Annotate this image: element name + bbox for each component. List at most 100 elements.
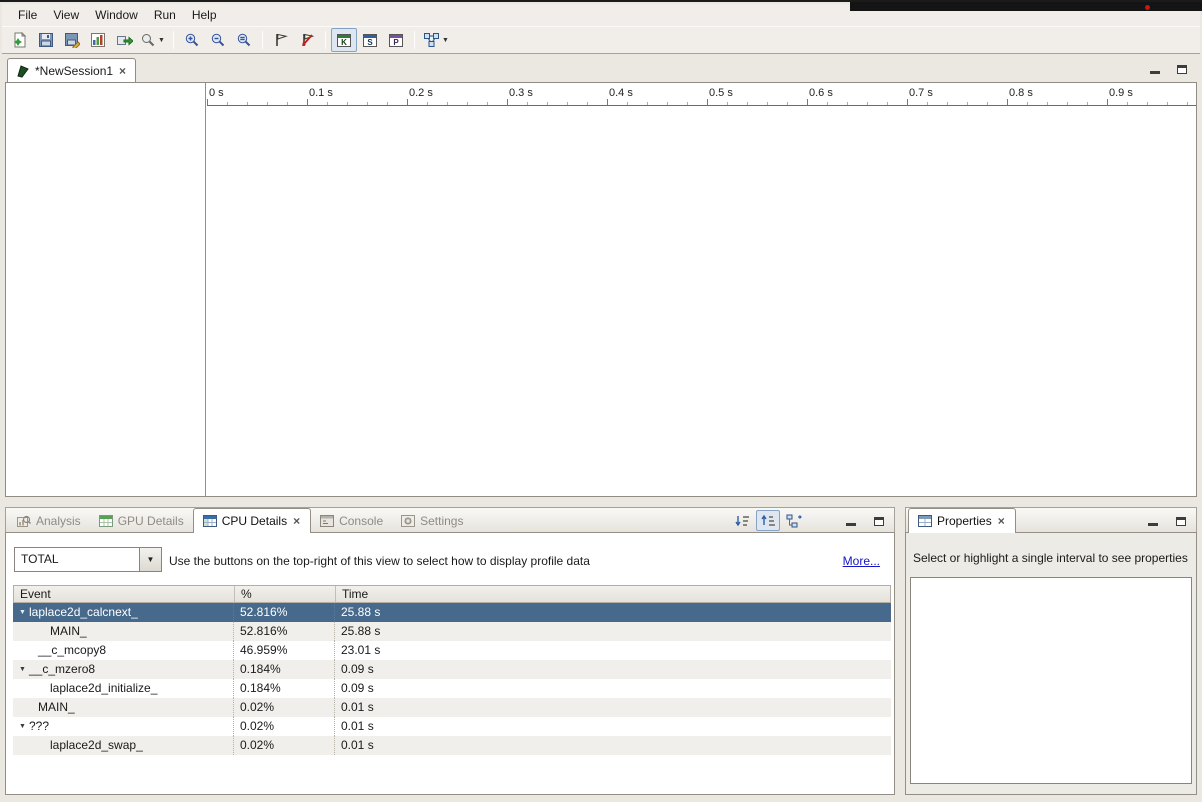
table-row[interactable]: MAIN_ 0.02% 0.01 s (13, 698, 891, 717)
menu-view[interactable]: View (45, 5, 87, 25)
new-session-icon (12, 32, 28, 48)
session-tab[interactable]: *NewSession1 × (7, 58, 136, 82)
tab-console[interactable]: Console (311, 510, 392, 532)
profile-chart-button[interactable] (85, 28, 111, 52)
run-analysis-button[interactable]: ▼ (420, 28, 452, 52)
view-toolbar (730, 510, 806, 531)
event-time: 0.09 s (334, 660, 891, 679)
table-row[interactable]: MAIN_ 52.816% 25.88 s (13, 622, 891, 641)
header-time[interactable]: Time (335, 586, 890, 602)
tab-properties[interactable]: Properties × (908, 508, 1016, 533)
ruler-tick: 0.3 s (509, 87, 533, 99)
close-icon[interactable]: × (997, 514, 1006, 528)
zoom-fit-button[interactable] (231, 28, 257, 52)
display-hint: Use the buttons on the top-right of this… (169, 554, 590, 568)
menu-window[interactable]: Window (87, 5, 146, 25)
tab-cpu-details[interactable]: CPU Details × (193, 508, 311, 533)
marker-forward-icon (273, 32, 289, 48)
header-percent[interactable]: % (234, 586, 335, 602)
display-mode-combo[interactable]: TOTAL ▼ (14, 547, 162, 572)
menu-file[interactable]: File (10, 5, 45, 25)
settings-icon (401, 515, 415, 527)
kernel-mode-button[interactable]: K (331, 28, 357, 52)
save-as-button[interactable] (59, 28, 85, 52)
table-row[interactable]: __c_mcopy8 46.959% 23.01 s (13, 641, 891, 660)
properties-content-box[interactable] (910, 577, 1192, 784)
snapshot-icon (140, 32, 156, 48)
minimize-icon (1148, 517, 1158, 526)
main-toolbar: ▼ K S P (2, 26, 1200, 54)
table-row[interactable]: ▼laplace2d_calcnext_ 52.816% 25.88 s (13, 603, 891, 622)
expand-arrow-icon[interactable]: ▼ (16, 603, 29, 622)
marker-backward-icon (299, 32, 315, 48)
timeline-canvas[interactable]: 0 s 0.1 s 0.2 s 0.3 s 0.4 s 0.5 s 0.6 s … (5, 82, 1197, 497)
svg-text:S: S (367, 38, 373, 47)
event-time: 0.01 s (334, 698, 891, 717)
process-mode-button[interactable]: P (383, 28, 409, 52)
cpu-events-table: Event % Time ▼laplace2d_calcnext_ 52.816… (13, 585, 891, 755)
event-name: laplace2d_initialize_ (50, 679, 157, 698)
table-row[interactable]: ▼__c_mzero8 0.184% 0.09 s (13, 660, 891, 679)
event-name: MAIN_ (38, 698, 75, 717)
sort-by-time-icon (734, 514, 750, 528)
ruler-tick: 0.8 s (1009, 87, 1033, 99)
tab-analysis[interactable]: Analysis (8, 510, 90, 532)
table-row[interactable]: laplace2d_initialize_ 0.184% 0.09 s (13, 679, 891, 698)
properties-body: Select or highlight a single interval to… (905, 532, 1197, 795)
expand-arrow-icon[interactable]: ▼ (16, 717, 29, 736)
sort-by-time-button[interactable] (730, 510, 754, 531)
panel-window-buttons (1144, 513, 1190, 529)
ruler-tick: 0.5 s (709, 87, 733, 99)
cpu-details-icon (203, 515, 217, 527)
group-by-thread-button[interactable] (756, 510, 780, 531)
event-percent: 46.959% (233, 641, 334, 660)
maximize-button[interactable] (870, 513, 888, 529)
menu-run[interactable]: Run (146, 5, 184, 25)
maximize-button[interactable] (1173, 61, 1191, 77)
event-name: ??? (29, 717, 49, 736)
table-row[interactable]: laplace2d_swap_ 0.02% 0.01 s (13, 736, 891, 755)
editor-window-buttons (1146, 61, 1191, 77)
group-by-thread-icon (760, 514, 776, 528)
minimize-button[interactable] (842, 513, 860, 529)
tab-settings[interactable]: Settings (392, 510, 472, 532)
export-profile-icon (116, 32, 133, 48)
maximize-icon (1176, 517, 1186, 526)
zoom-out-button[interactable] (205, 28, 231, 52)
stream-mode-button[interactable]: S (357, 28, 383, 52)
tab-analysis-label: Analysis (36, 514, 81, 528)
cpu-details-body: TOTAL ▼ Use the buttons on the top-right… (5, 532, 895, 795)
properties-tabbar: Properties × (905, 507, 1197, 533)
bottom-tabbar: Analysis GPU Details CPU Details × Conso… (5, 507, 895, 533)
expand-arrow-icon[interactable]: ▼ (16, 660, 29, 679)
marker-backward-button[interactable] (294, 28, 320, 52)
event-name: MAIN_ (50, 622, 87, 641)
snapshot-button[interactable]: ▼ (137, 28, 168, 52)
combo-dropdown-button[interactable]: ▼ (139, 548, 161, 571)
event-name: __c_mcopy8 (38, 641, 106, 660)
table-row[interactable]: ▼??? 0.02% 0.01 s (13, 717, 891, 736)
save-button[interactable] (33, 28, 59, 52)
close-icon[interactable]: × (292, 514, 301, 528)
export-profile-button[interactable] (111, 28, 137, 52)
toolbar-separator (262, 31, 263, 49)
header-event[interactable]: Event (14, 586, 234, 602)
maximize-button[interactable] (1172, 513, 1190, 529)
run-analysis-dropdown-arrow: ▼ (442, 37, 449, 44)
minimize-button[interactable] (1144, 513, 1162, 529)
zoom-in-button[interactable] (179, 28, 205, 52)
new-session-button[interactable] (7, 28, 33, 52)
tab-gpu-details[interactable]: GPU Details (90, 510, 193, 532)
more-link[interactable]: More... (843, 554, 880, 568)
menu-help[interactable]: Help (184, 5, 225, 25)
marker-forward-button[interactable] (268, 28, 294, 52)
event-time: 25.88 s (334, 603, 891, 622)
tab-gpu-details-label: GPU Details (118, 514, 184, 528)
close-icon[interactable]: × (118, 64, 127, 78)
event-percent: 0.02% (233, 736, 334, 755)
show-hierarchy-button[interactable] (782, 510, 806, 531)
minimize-button[interactable] (1146, 61, 1164, 77)
event-time: 23.01 s (334, 641, 891, 660)
tab-properties-label: Properties (937, 514, 992, 528)
maximize-icon (1177, 65, 1187, 74)
